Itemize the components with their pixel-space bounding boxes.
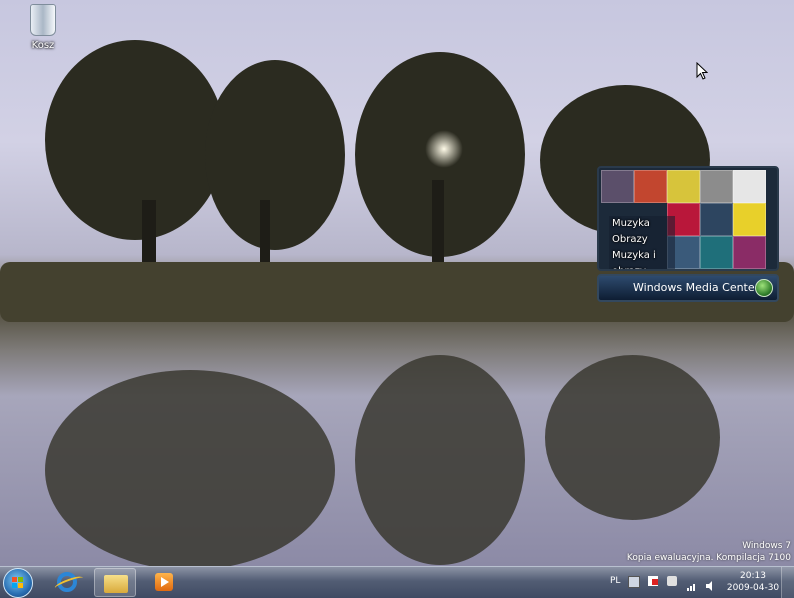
power-icon[interactable] xyxy=(667,576,677,586)
tree-reflection xyxy=(355,355,525,565)
recycle-bin-icon xyxy=(30,4,56,36)
media-tile xyxy=(634,170,667,203)
taskbar-windows-explorer[interactable] xyxy=(94,568,136,597)
clock-date: 2009-04-30 xyxy=(726,583,780,593)
desktop-icon-label: Kosz xyxy=(31,40,55,51)
language-indicator[interactable]: PL xyxy=(610,576,620,586)
tree-shape xyxy=(205,60,345,250)
media-center-title: Windows Media Center xyxy=(633,281,760,294)
desktop-icon-recycle-bin[interactable]: Kosz xyxy=(20,4,66,51)
taskbar-internet-explorer[interactable] xyxy=(46,568,88,597)
alert-badge-icon xyxy=(652,579,658,585)
trunk-shape xyxy=(142,200,156,270)
gadget-menu-obrazy[interactable]: Obrazy xyxy=(609,232,675,248)
watermark-build: Kopia ewaluacyjna. Kompilacja 7100 xyxy=(626,553,791,563)
media-center-launch-bar[interactable]: Windows Media Center xyxy=(597,274,779,302)
action-center-icon[interactable] xyxy=(648,576,658,586)
folder-icon xyxy=(104,575,128,593)
trunk-shape xyxy=(432,180,444,265)
tree-reflection xyxy=(545,355,720,520)
media-tile xyxy=(700,170,733,203)
desktop-wallpaper[interactable]: Kosz Muzyka Obrazy Muzyka i obrazy Wind xyxy=(0,0,794,566)
mouse-pointer-icon xyxy=(696,62,708,80)
media-player-icon xyxy=(155,573,173,591)
keyboard-icon[interactable] xyxy=(628,576,640,588)
watermark-os-name: Windows 7 xyxy=(742,541,791,551)
internet-explorer-icon xyxy=(57,572,77,592)
network-icon[interactable] xyxy=(687,576,697,591)
media-center-gadget[interactable]: Muzyka Obrazy Muzyka i obrazy Windows Me… xyxy=(597,166,779,302)
media-tile xyxy=(700,236,733,269)
windows-orb-icon xyxy=(755,279,773,297)
start-button[interactable] xyxy=(3,568,33,598)
system-clock[interactable]: 20:13 2009-04-30 xyxy=(725,570,781,594)
trunk-shape xyxy=(260,200,270,265)
windows-logo-icon xyxy=(12,577,24,589)
show-desktop-button[interactable] xyxy=(781,567,794,598)
media-tile xyxy=(733,170,766,203)
taskbar-windows-media-player[interactable] xyxy=(142,568,184,597)
evaluation-watermark: Windows 7 Kopia ewaluacyjna. Kompilacja … xyxy=(627,540,791,564)
media-tile xyxy=(733,236,766,269)
gadget-menu-muzyka-i-obrazy[interactable]: Muzyka i obrazy xyxy=(609,248,675,269)
media-tile xyxy=(733,203,766,236)
media-tile xyxy=(667,170,700,203)
media-center-tiles[interactable]: Muzyka Obrazy Muzyka i obrazy xyxy=(597,166,779,271)
tree-reflection xyxy=(45,370,335,566)
gadget-menu-muzyka[interactable]: Muzyka xyxy=(609,216,675,232)
volume-icon[interactable] xyxy=(706,576,716,591)
sun-glow xyxy=(425,130,463,168)
tree-shape xyxy=(45,40,225,240)
media-tile xyxy=(601,170,634,203)
play-tile-icon[interactable] xyxy=(700,203,733,236)
clock-time: 20:13 xyxy=(740,571,766,581)
taskbar: PL 20:13 2009-04-30 xyxy=(0,566,794,598)
